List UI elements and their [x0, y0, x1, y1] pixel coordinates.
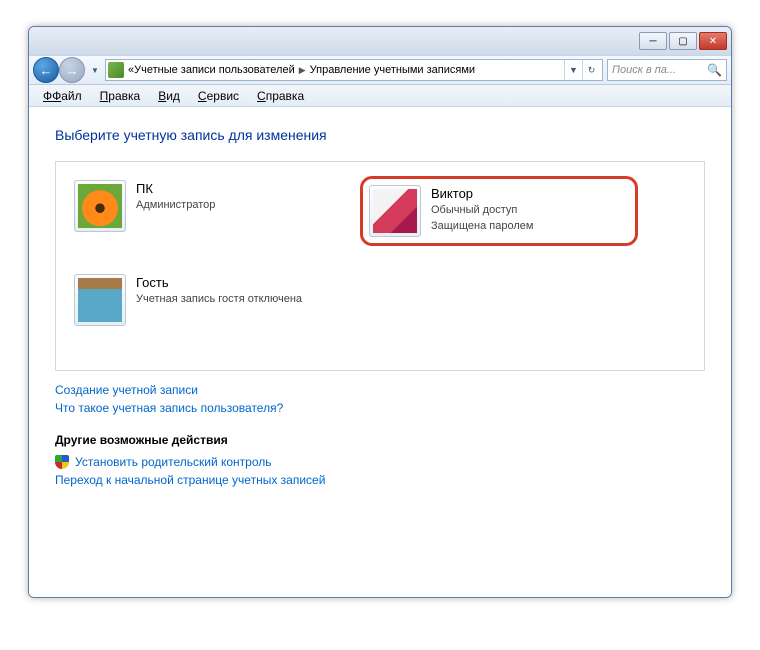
menu-file[interactable]: ФФайлФайл	[35, 87, 90, 105]
account-status: Защищена паролем	[431, 219, 533, 234]
account-role: Администратор	[136, 198, 215, 213]
account-name: ПК	[136, 180, 215, 198]
close-button[interactable]: ✕	[699, 32, 727, 50]
search-input[interactable]: Поиск в па... 🔍	[607, 59, 727, 81]
menu-tools[interactable]: Сервис	[190, 87, 247, 105]
avatar-icon	[78, 184, 122, 228]
account-text: ПК Администратор	[136, 180, 215, 214]
control-panel-window: ─ ▢ ✕ ← → ▼ « Учетные записи пользовател…	[28, 26, 732, 598]
breadcrumb-seg-1[interactable]: Учетные записи пользователей	[134, 64, 295, 76]
address-dropdown[interactable]: ▼	[564, 60, 582, 80]
link-what-is-account[interactable]: Что такое учетная запись пользователя?	[55, 401, 705, 415]
control-panel-icon	[108, 62, 124, 78]
account-role: Учетная запись гостя отключена	[136, 292, 302, 307]
other-actions-title: Другие возможные действия	[55, 433, 705, 447]
account-text: Гость Учетная запись гостя отключена	[136, 274, 302, 308]
avatar-icon	[373, 189, 417, 233]
breadcrumb-seg-2[interactable]: Управление учетными записями	[310, 64, 475, 76]
page-heading: Выберите учетную запись для изменения	[55, 127, 705, 143]
forward-button[interactable]: →	[59, 57, 85, 83]
search-icon: 🔍	[707, 63, 722, 77]
titlebar: ─ ▢ ✕	[29, 27, 731, 55]
primary-links: Создание учетной записи Что такое учетна…	[55, 383, 705, 415]
account-role: Обычный доступ	[431, 203, 533, 218]
navigation-bar: ← → ▼ « Учетные записи пользователей ▶ У…	[29, 55, 731, 85]
back-button[interactable]: ←	[33, 57, 59, 83]
link-parental-controls[interactable]: Установить родительский контроль	[55, 455, 705, 469]
chevron-right-icon: ▶	[299, 65, 306, 76]
account-name: Гость	[136, 274, 302, 292]
avatar-frame	[74, 180, 126, 232]
minimize-button[interactable]: ─	[639, 32, 667, 50]
shield-icon	[55, 455, 69, 469]
content-area: Выберите учетную запись для изменения ПК…	[29, 107, 731, 597]
account-text: Виктор Обычный доступ Защищена паролем	[431, 185, 533, 234]
nav-history-dropdown[interactable]: ▼	[89, 57, 101, 83]
account-name: Виктор	[431, 185, 533, 203]
avatar-frame	[74, 274, 126, 326]
menu-edit[interactable]: Правка	[92, 87, 149, 105]
link-home-label: Переход к начальной странице учетных зап…	[55, 473, 325, 487]
avatar-icon	[78, 278, 122, 322]
refresh-button[interactable]: ↻	[582, 60, 600, 80]
menu-view[interactable]: Вид	[150, 87, 188, 105]
link-parental-label: Установить родительский контроль	[75, 455, 272, 469]
address-bar[interactable]: « Учетные записи пользователей ▶ Управле…	[105, 59, 603, 81]
link-create-account[interactable]: Создание учетной записи	[55, 383, 705, 397]
link-accounts-home[interactable]: Переход к начальной странице учетных зап…	[55, 473, 705, 487]
menu-help[interactable]: Справка	[249, 87, 312, 105]
account-item-guest[interactable]: Гость Учетная запись гостя отключена	[70, 270, 340, 330]
avatar-frame	[369, 185, 421, 237]
nav-buttons: ← →	[33, 57, 85, 83]
account-item-viktor[interactable]: Виктор Обычный доступ Защищена паролем	[360, 176, 638, 246]
maximize-button[interactable]: ▢	[669, 32, 697, 50]
accounts-list: ПК Администратор Виктор Обычный доступ З…	[55, 161, 705, 371]
search-placeholder: Поиск в па...	[612, 64, 676, 76]
account-item-pk[interactable]: ПК Администратор	[70, 176, 340, 246]
menu-bar: ФФайлФайл Правка Вид Сервис Справка	[29, 85, 731, 107]
